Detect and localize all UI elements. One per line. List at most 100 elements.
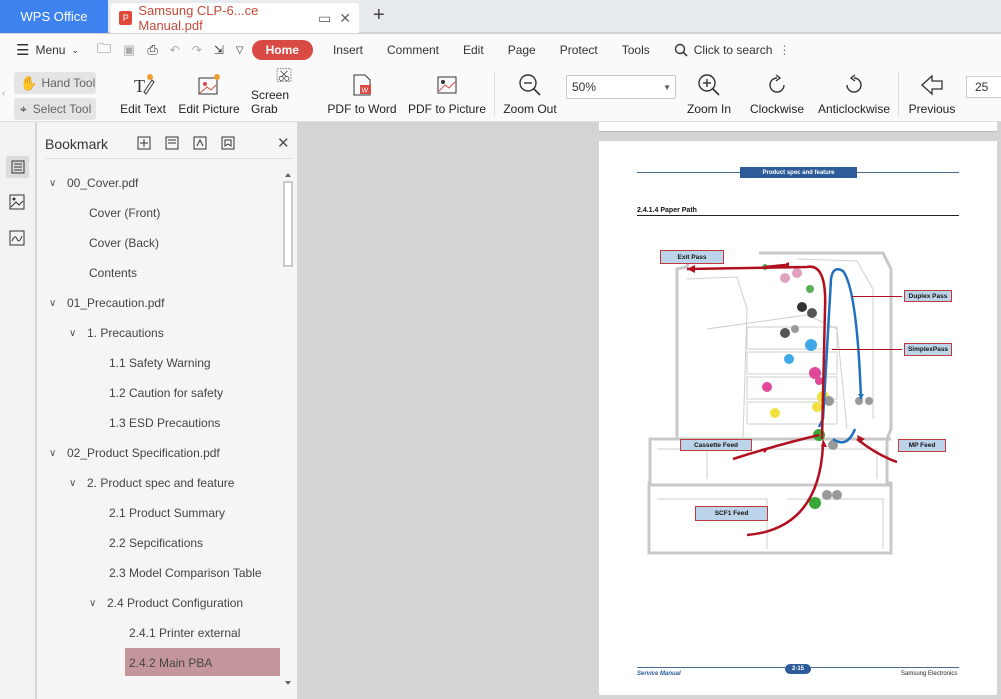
edit-text-button[interactable]: T Edit Text [117,66,169,122]
bookmark-item[interactable]: 2.2 Sepcifications [109,532,203,554]
signature-panel-icon[interactable] [9,230,25,249]
tab-page[interactable]: Page [496,43,548,57]
zoom-out-button[interactable]: Zoom Out [500,66,560,122]
tab-home[interactable]: Home [251,40,313,60]
bookmark-divider [45,158,292,159]
callout-line [832,349,902,350]
rotate-anticlockwise-button[interactable]: Anticlockwise [815,66,893,122]
tab-edit[interactable]: Edit [451,43,496,57]
bookmark-panel-icon[interactable] [6,156,29,178]
save-icon[interactable]: ▣ [123,42,135,58]
bookmark-item[interactable]: ∨ 2.4 Product Configuration [89,592,243,614]
bookmark-label: 2.4 Product Configuration [107,596,244,610]
edit-picture-button[interactable]: Edit Picture [177,66,241,122]
chevron-down-icon[interactable]: ∨ [49,448,59,459]
chevron-down-icon[interactable]: ∨ [49,178,59,189]
close-panel-icon[interactable]: ✕ [277,134,290,152]
remove-bookmark-icon[interactable] [165,136,179,150]
thumbnail-panel-icon[interactable] [9,194,25,213]
select-tool-button[interactable]: ⌖ Select Tool [14,98,96,120]
tab-insert[interactable]: Insert [321,43,375,57]
tab-tools[interactable]: Tools [610,43,662,57]
bookmark-item[interactable]: Cover (Back) [89,232,159,254]
edit-picture-icon [198,74,220,95]
page-number-input[interactable]: 25 [966,76,1001,98]
zoom-in-button[interactable]: Zoom In [683,66,735,122]
redo-icon[interactable]: ↷ [192,43,202,57]
bookmark-label: 2.3 Model Comparison Table [109,566,262,580]
add-bookmark-icon[interactable] [137,136,151,150]
clockwise-label: Clockwise [749,102,804,116]
chevron-down-icon: ▼ [663,82,671,92]
svg-text:T: T [134,76,145,96]
svg-text:W: W [362,88,369,95]
chevron-down-icon[interactable]: ∨ [89,598,99,609]
bookmark-item[interactable]: ∨ 1. Precautions [69,322,164,344]
bookmark-item[interactable]: Contents [89,262,137,284]
pdf-to-picture-button[interactable]: PDF to Picture [407,66,487,122]
pdf-page[interactable]: Product spec and feature 2.4.1.4 Paper P… [599,141,997,695]
bookmark-options-icon[interactable] [221,136,235,150]
window-icon[interactable]: ▭ [318,10,331,27]
previous-page-button[interactable]: Previous [905,66,959,122]
bookmark-item[interactable]: 2.4.1 Printer external [129,622,240,644]
simplex-pass-label: SimplexPass [904,343,952,356]
footer-right: Samsung Electronics [901,671,958,677]
tab-protect[interactable]: Protect [548,43,610,57]
rotate-clockwise-button[interactable]: Clockwise [747,66,807,122]
bookmark-item[interactable]: 1.2 Caution for safety [109,382,223,404]
document-tab-label: Samsung CLP-6...ce Manual.pdf [138,3,259,33]
bookmark-item[interactable]: ∨ 2. Product spec and feature [69,472,234,494]
undo-icon[interactable]: ↶ [170,43,180,57]
bookmark-scrollbar[interactable] [282,170,294,690]
menu-label: Menu [35,43,66,57]
footer-page-number: 2-15 [785,664,811,674]
bookmark-label: 1.1 Safety Warning [109,356,211,370]
bookmark-label: 2.1 Product Summary [109,506,226,520]
hamburger-icon: ☰ [16,42,30,59]
menu-button[interactable]: ☰ Menu ⌄ [0,41,91,59]
close-tab-icon[interactable]: ✕ [339,10,351,27]
header-tag: Product spec and feature [740,167,857,178]
bookmark-item[interactable]: ∨ 01_Precaution.pdf [49,292,164,314]
ribbon-collapse-arrow[interactable]: ‹ [2,88,5,98]
bookmark-label: 1.3 ESD Precautions [109,416,221,430]
chevron-down-icon[interactable]: ∨ [69,478,79,489]
expand-bookmark-icon[interactable] [193,136,207,150]
menu-bar: ☰ Menu ⌄ 🗀 ▣ ⎙ ↶ ↷ ⇲ ▽ Home Insert Comme… [0,34,1001,66]
chevron-down-icon[interactable]: ∨ [49,298,59,309]
tab-comment[interactable]: Comment [375,43,451,57]
bookmark-item[interactable]: ∨ 00_Cover.pdf [49,172,138,194]
more-options-icon[interactable]: ⋮ [778,43,790,57]
bookmark-item-selected[interactable]: 2.4.2 Main PBA [129,652,212,674]
chevron-down-icon[interactable]: ∨ [69,328,79,339]
bookmark-label: Cover (Front) [89,206,161,220]
callout-line [852,296,902,297]
anticlockwise-label: Anticlockwise [817,102,891,116]
bookmark-label: 2.4.1 Printer external [129,626,241,640]
hand-tool-button[interactable]: ✋ Hand Tool [14,72,96,94]
zoom-select[interactable]: 50% ▼ [566,75,676,99]
pdf-to-word-button[interactable]: W PDF to Word [326,66,398,122]
zoom-in-label: Zoom In [686,102,731,116]
bookmark-item[interactable]: ∨ 02_Product Specification.pdf [49,442,220,464]
pdf-icon: P [119,11,133,25]
new-tab-button[interactable]: + [373,4,385,27]
print-icon[interactable]: ⎙ [147,42,157,58]
more-dropdown-icon[interactable]: ▽ [236,45,244,56]
zoom-value: 50% [572,80,597,94]
document-tab[interactable]: P Samsung CLP-6...ce Manual.pdf ▭ ✕ [111,3,359,33]
open-icon[interactable]: 🗀 [97,38,111,62]
bookmark-item[interactable]: 2.1 Product Summary [109,502,225,524]
bookmark-item[interactable]: 2.3 Model Comparison Table [109,562,262,584]
bookmark-item[interactable]: 1.1 Safety Warning [109,352,211,374]
rotate-anticlockwise-icon [846,74,862,93]
bookmark-label: 02_Product Specification.pdf [67,446,220,460]
app-tab[interactable]: WPS Office [0,0,108,33]
search-box[interactable]: Click to search ⋮ [662,43,803,57]
screen-grab-button[interactable]: Screen Grab [251,66,317,122]
bookmark-label: 01_Precaution.pdf [67,296,165,310]
bookmark-item[interactable]: Cover (Front) [89,202,160,224]
bookmark-item[interactable]: 1.3 ESD Precautions [109,412,220,434]
export-icon[interactable]: ⇲ [214,43,224,57]
